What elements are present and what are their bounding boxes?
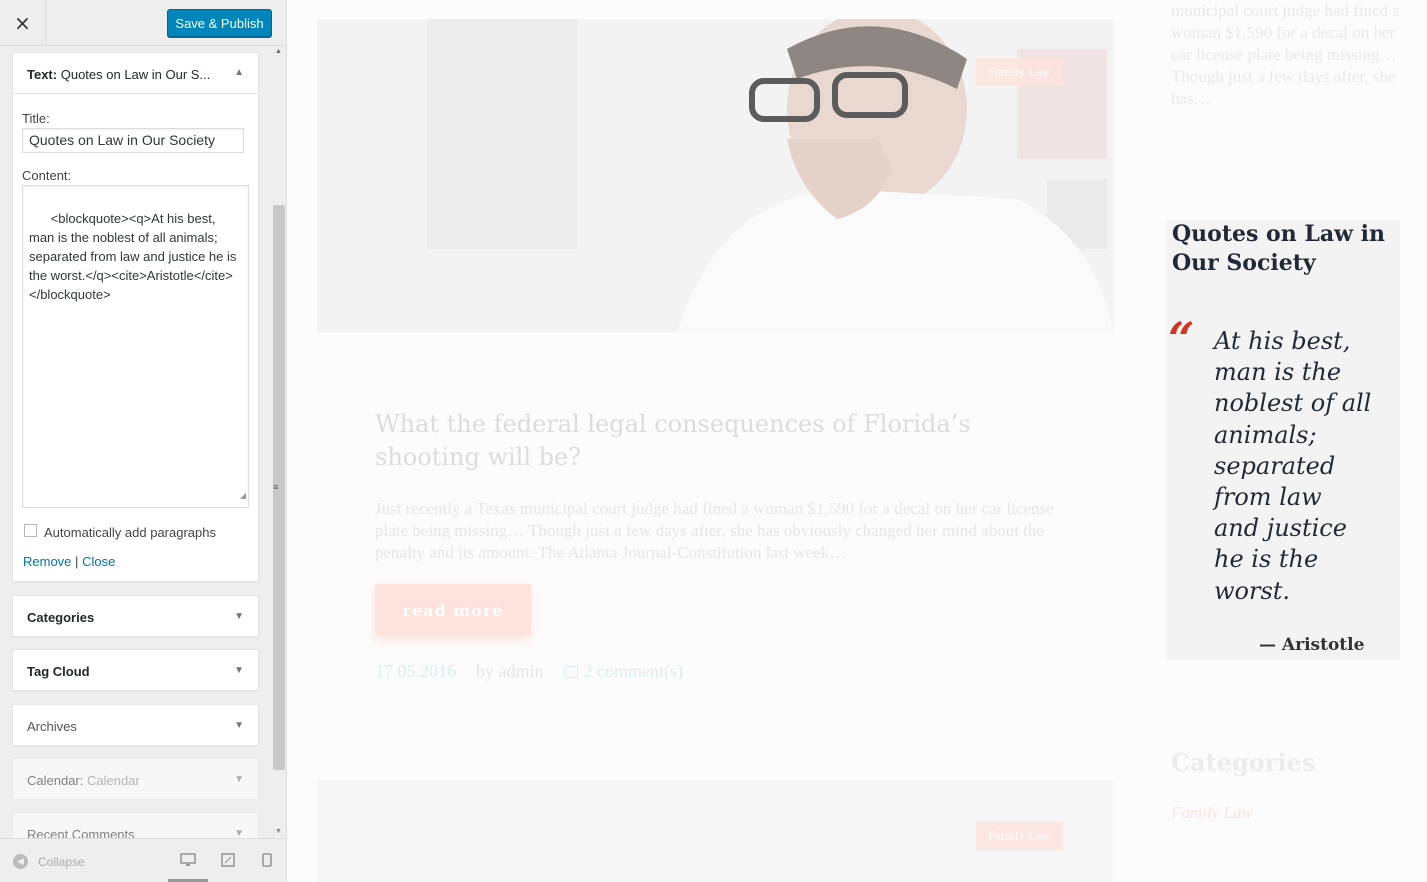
title-input[interactable]: Quotes on Law in Our Society bbox=[22, 128, 244, 153]
remove-link[interactable]: Remove bbox=[23, 554, 71, 569]
content-text: <blockquote><q>At his best, man is the n… bbox=[29, 211, 241, 302]
post-author[interactable]: by admin bbox=[476, 661, 544, 682]
quote-text: At his best, man is the noblest of all a… bbox=[1214, 327, 1372, 605]
comment-bubble-icon bbox=[563, 665, 578, 678]
tablet-icon[interactable] bbox=[221, 853, 235, 870]
widget-tag-cloud[interactable]: Tag Cloud ▼ bbox=[12, 649, 259, 691]
widget-archives[interactable]: Archives ▼ bbox=[12, 704, 259, 746]
actions-separator: | bbox=[75, 554, 79, 569]
widget-sublabel: Calendar bbox=[87, 773, 140, 788]
widget-categories[interactable]: Categories ▼ bbox=[12, 595, 259, 637]
text-widget-panel: Text: Quotes on Law in Our S... ▲ Title:… bbox=[12, 52, 259, 582]
category-tag[interactable]: Family Law bbox=[976, 58, 1064, 86]
collapse-label: Collapse bbox=[38, 854, 85, 869]
collapse-arrow-icon[interactable]: ▲ bbox=[234, 67, 244, 78]
text-widget-header[interactable]: Text: Quotes on Law in Our S... ▲ bbox=[13, 53, 258, 94]
close-icon[interactable]: × bbox=[0, 0, 46, 46]
post-date[interactable]: 17.05.2016 bbox=[375, 661, 456, 682]
auto-paragraphs-checkbox[interactable] bbox=[24, 524, 37, 537]
quote-citation: — Aristotle bbox=[1259, 635, 1365, 655]
collapse-icon: ◀ bbox=[13, 854, 28, 869]
scroll-down-arrow-icon[interactable]: ▼ bbox=[275, 828, 282, 835]
post-comments[interactable]: 2 comment(s) bbox=[563, 661, 683, 682]
read-more-button[interactable]: read more bbox=[375, 584, 531, 636]
widget-calendar[interactable]: Calendar: Calendar ▼ bbox=[12, 758, 259, 800]
widget-label: Archives bbox=[27, 719, 77, 734]
comments-count: 2 comment(s) bbox=[583, 661, 683, 681]
second-post-image[interactable]: Family Law bbox=[317, 780, 1113, 882]
quote-mark-icon: “ bbox=[1168, 312, 1195, 366]
expand-arrow-icon[interactable]: ▼ bbox=[234, 774, 244, 785]
resize-handle-icon[interactable]: ◢ bbox=[240, 486, 246, 505]
close-link[interactable]: Close bbox=[82, 554, 115, 569]
customizer-sidebar: × Save & Publish Text: Quotes on Law in … bbox=[0, 0, 287, 882]
expand-arrow-icon[interactable]: ▼ bbox=[234, 611, 244, 622]
widget-label: Calendar: bbox=[27, 773, 84, 788]
post-meta: 17.05.2016 by admin 2 comment(s) bbox=[375, 661, 683, 682]
customizer-header: × Save & Publish bbox=[0, 0, 286, 46]
quote-widget: Quotes on Law in Our Society “ At his be… bbox=[1167, 220, 1400, 660]
mobile-icon[interactable] bbox=[262, 853, 272, 870]
category-tag[interactable]: Family Law bbox=[976, 822, 1064, 850]
post-excerpt: Just recently a Texas municipal court ju… bbox=[375, 499, 1054, 562]
sidebar-post-excerpt: municipal court judge had fined a woman … bbox=[1171, 1, 1400, 108]
title-label: Title: bbox=[22, 111, 50, 126]
resize-grip-icon[interactable]: ≡ bbox=[273, 482, 278, 492]
quote-widget-title: Quotes on Law in Our Society bbox=[1172, 221, 1386, 276]
customizer-footer: ◀ Collapse bbox=[0, 838, 286, 882]
widget-label: Categories bbox=[27, 610, 95, 625]
desktop-icon[interactable] bbox=[180, 853, 196, 870]
post-featured-image[interactable]: Family Law bbox=[317, 19, 1113, 333]
categories-link[interactable]: Family Law bbox=[1171, 803, 1253, 823]
content-textarea[interactable]: <blockquote><q>At his best, man is the n… bbox=[22, 185, 249, 508]
widget-type-label: Text: bbox=[27, 67, 58, 82]
expand-arrow-icon[interactable]: ▼ bbox=[234, 720, 244, 731]
post-title[interactable]: What the federal legal consequences of F… bbox=[375, 408, 995, 474]
save-publish-button[interactable]: Save & Publish bbox=[167, 9, 272, 37]
site-preview: Family Law What the federal legal conseq… bbox=[287, 0, 1427, 882]
widget-label: Tag Cloud bbox=[27, 664, 90, 679]
categories-heading: Categories bbox=[1171, 748, 1316, 777]
scroll-up-arrow-icon[interactable]: ▲ bbox=[275, 48, 282, 55]
content-label: Content: bbox=[22, 168, 72, 183]
expand-arrow-icon[interactable]: ▼ bbox=[234, 665, 244, 676]
widget-actions: Remove | Close bbox=[23, 554, 115, 569]
collapse-button[interactable]: ◀ Collapse bbox=[13, 854, 85, 869]
widget-header-title: Quotes on Law in Our S... bbox=[60, 67, 211, 82]
auto-paragraphs-label: Automatically add paragraphs bbox=[44, 525, 216, 540]
